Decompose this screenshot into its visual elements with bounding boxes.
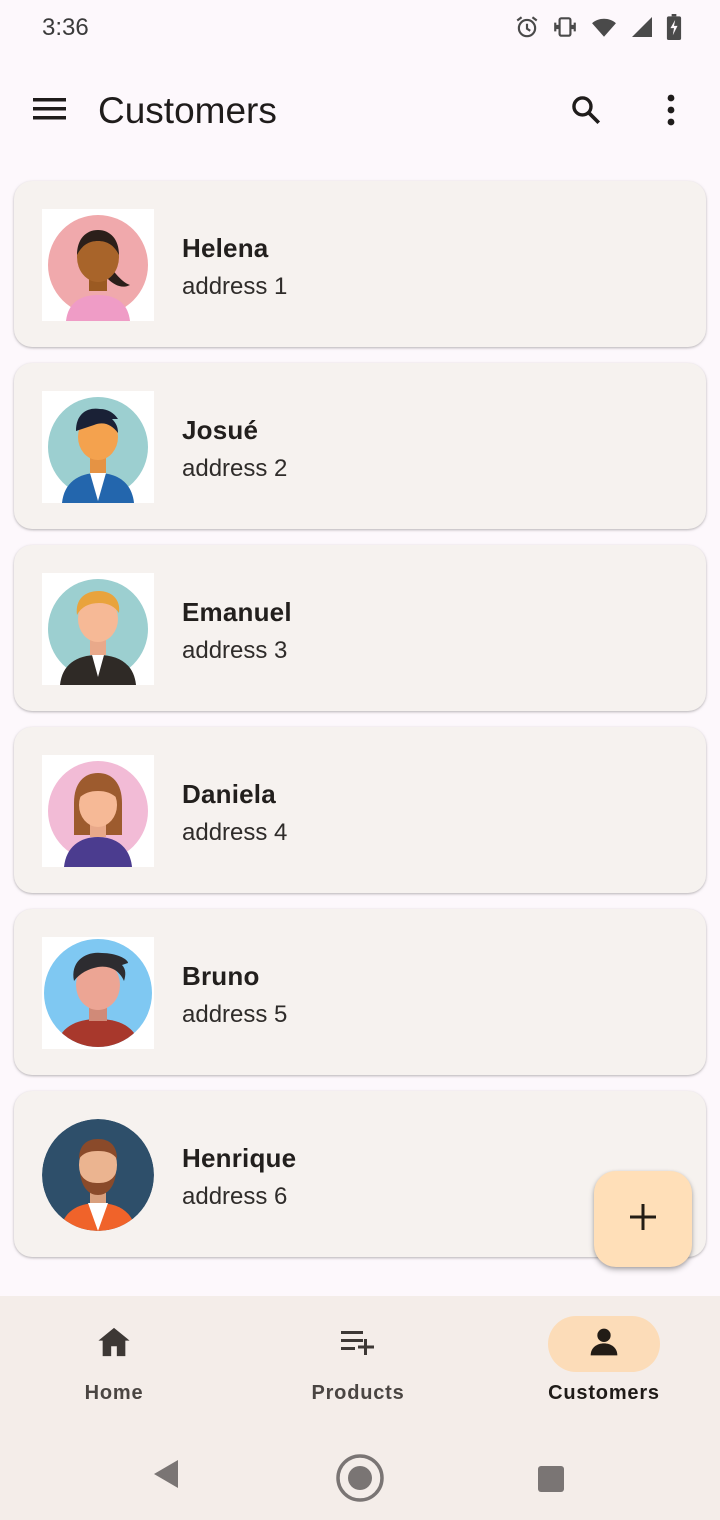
menu-icon bbox=[33, 96, 67, 127]
customer-card[interactable]: Daniela address 4 bbox=[14, 727, 706, 893]
customer-name: Bruno bbox=[182, 961, 260, 991]
battery-charging-icon bbox=[666, 14, 682, 40]
avatar bbox=[42, 755, 154, 867]
avatar bbox=[42, 1119, 154, 1231]
vibrate-icon bbox=[552, 14, 578, 40]
search-button[interactable] bbox=[560, 86, 612, 138]
customer-address: address 2 bbox=[182, 455, 288, 482]
nav-indicator bbox=[302, 1316, 414, 1372]
avatar bbox=[42, 391, 154, 503]
avatar bbox=[42, 937, 154, 1049]
nav-label: Home bbox=[84, 1382, 144, 1404]
menu-button[interactable] bbox=[22, 88, 78, 134]
status-icons bbox=[514, 14, 682, 40]
nav-item-products[interactable]: Products bbox=[258, 1296, 458, 1428]
top-app-bar: Customers bbox=[0, 64, 720, 156]
home-circle-icon[interactable] bbox=[334, 1452, 386, 1509]
nav-indicator bbox=[548, 1316, 660, 1372]
playlist-add-icon bbox=[340, 1327, 376, 1362]
more-vert-icon bbox=[666, 94, 676, 131]
alarm-icon bbox=[514, 14, 540, 40]
recents-icon[interactable] bbox=[536, 1464, 566, 1499]
customer-address: address 3 bbox=[182, 637, 288, 664]
more-options-button[interactable] bbox=[646, 86, 696, 138]
customer-card[interactable]: Josué address 2 bbox=[14, 363, 706, 529]
status-time: 3:36 bbox=[42, 14, 89, 41]
customer-address: address 6 bbox=[182, 1183, 288, 1210]
person-icon bbox=[588, 1326, 620, 1363]
customer-name: Emanuel bbox=[182, 597, 292, 627]
signal-icon bbox=[630, 15, 654, 39]
home-icon bbox=[97, 1326, 131, 1363]
customer-card[interactable]: Helena address 1 bbox=[14, 181, 706, 347]
nav-label: Customers bbox=[548, 1382, 660, 1404]
page-title: Customers bbox=[98, 90, 277, 131]
customer-name: Helena bbox=[182, 233, 269, 263]
customer-card[interactable]: Emanuel address 3 bbox=[14, 545, 706, 711]
nav-indicator bbox=[58, 1316, 170, 1372]
status-bar: 3:36 bbox=[0, 0, 720, 56]
system-navigation-bar bbox=[0, 1428, 720, 1520]
avatar bbox=[42, 209, 154, 321]
add-customer-button[interactable] bbox=[594, 1171, 692, 1267]
add-icon bbox=[628, 1202, 658, 1237]
nav-item-customers[interactable]: Customers bbox=[504, 1296, 704, 1428]
bottom-navigation: Home Products Customers bbox=[0, 1296, 720, 1428]
customer-address: address 1 bbox=[182, 273, 288, 300]
nav-item-home[interactable]: Home bbox=[14, 1296, 214, 1428]
avatar bbox=[42, 573, 154, 685]
customer-card[interactable]: Bruno address 5 bbox=[14, 909, 706, 1075]
wifi-icon bbox=[590, 14, 618, 40]
customer-list: Helena address 1 Josué address 2 Emanuel… bbox=[14, 181, 706, 1273]
nav-label: Products bbox=[311, 1382, 405, 1404]
customer-name: Josué bbox=[182, 415, 259, 445]
customer-name: Daniela bbox=[182, 779, 276, 809]
customer-address: address 4 bbox=[182, 819, 288, 846]
back-icon[interactable] bbox=[148, 1456, 180, 1497]
search-icon bbox=[569, 93, 603, 132]
customer-address: address 5 bbox=[182, 1001, 288, 1028]
customer-name: Henrique bbox=[182, 1143, 297, 1173]
